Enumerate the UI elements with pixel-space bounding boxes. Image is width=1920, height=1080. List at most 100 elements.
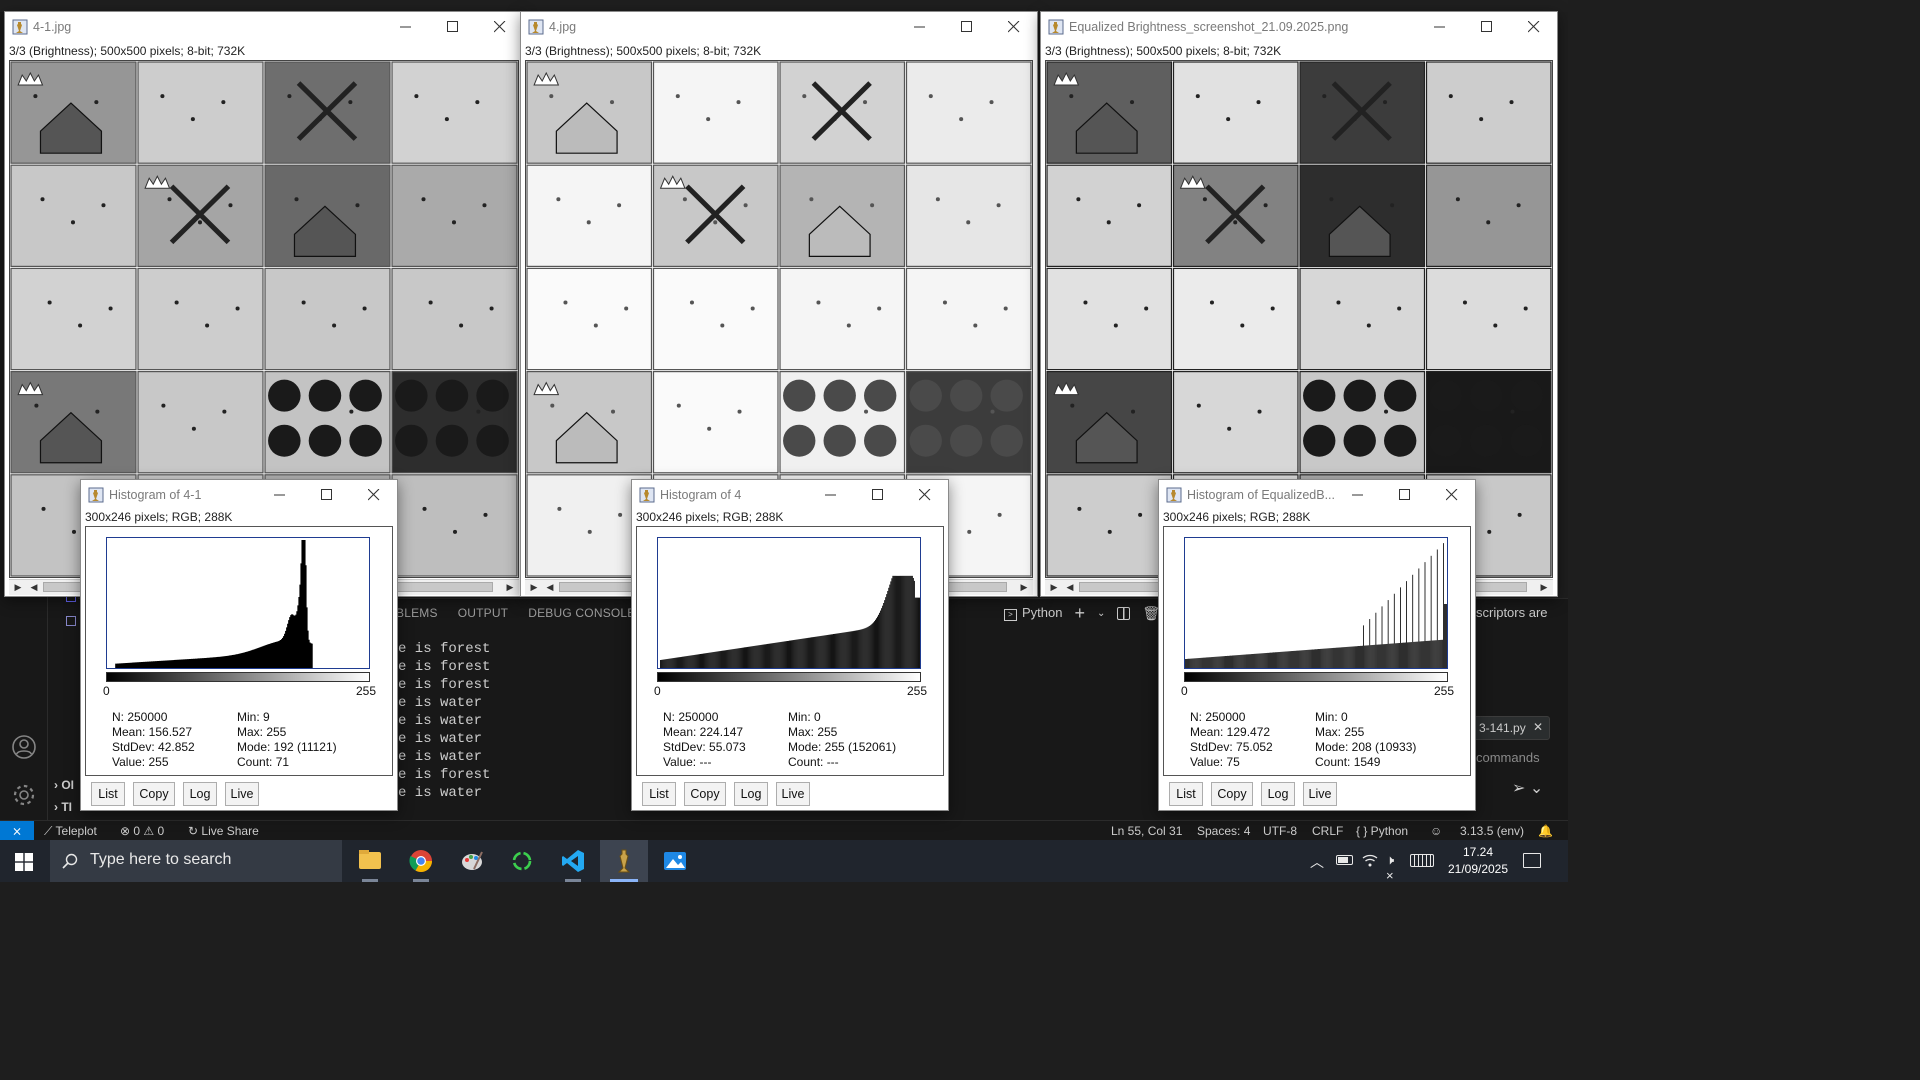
histogram-log-button[interactable]: Log (1261, 782, 1295, 806)
notifications-bell-icon[interactable]: 🔔 (1538, 823, 1553, 839)
play-icon[interactable]: ▶ (11, 580, 25, 595)
play-icon[interactable]: ▶ (1047, 580, 1061, 595)
image-info: 3/3 (Brightness); 500x500 pixels; 8-bit;… (1045, 44, 1282, 58)
close-button[interactable] (1511, 12, 1557, 42)
maximize-button[interactable] (304, 480, 350, 510)
copilot-icon[interactable]: ☺ (1430, 823, 1442, 839)
histogram-window[interactable]: Histogram of 4 300x246 pixels; RGB; 288K 0… (631, 479, 949, 811)
close-button[interactable] (1429, 480, 1475, 510)
system-clock[interactable]: 17.24 21/09/2025 (1440, 844, 1516, 878)
teleplot-status[interactable]: ⟋ Teleplot (44, 823, 97, 839)
window-titlebar[interactable]: 4-1.jpg (5, 12, 523, 42)
histogram-plot[interactable] (106, 537, 370, 669)
histogram-stat: Max: 255 (788, 725, 838, 739)
axis-min-label: 0 (1181, 684, 1188, 698)
window-titlebar[interactable]: Equalized Brightness_screenshot_21.09.20… (1041, 12, 1557, 42)
close-icon[interactable]: ✕ (1533, 720, 1543, 734)
histogram-copy-button[interactable]: Copy (133, 782, 175, 806)
python-interpreter[interactable]: 3.13.5 (env) (1460, 823, 1524, 839)
tab-debug-console[interactable]: DEBUG CONSOLE (528, 606, 635, 624)
chrome-taskbar-icon[interactable] (397, 840, 445, 882)
maximize-button[interactable] (855, 480, 901, 510)
live-share-status[interactable]: ↻ Live Share (188, 823, 259, 839)
tab-output[interactable]: OUTPUT (458, 606, 509, 624)
split-terminal-icon[interactable] (1117, 606, 1131, 620)
problems-status[interactable]: ⊗ 0 ⚠ 0 (120, 823, 164, 839)
file-explorer-taskbar-icon[interactable] (346, 840, 394, 882)
histogram-stat: StdDev: 42.852 (112, 740, 195, 754)
maximize-button[interactable] (944, 12, 990, 42)
terminal-profile[interactable]: > Python (1004, 605, 1062, 621)
minimize-button[interactable] (257, 480, 303, 510)
search-placeholder: Type here to search (90, 851, 232, 868)
imagej-taskbar-icon[interactable] (600, 840, 648, 882)
scroll-left-icon[interactable]: ◀ (27, 580, 41, 595)
histogram-live-button[interactable]: Live (225, 782, 259, 806)
crown-icon (659, 175, 686, 189)
maximize-button[interactable] (1464, 12, 1510, 42)
play-icon[interactable]: ▶ (527, 580, 541, 595)
histogram-window[interactable]: Histogram of 4-1 300x246 pixels; RGB; 288… (80, 479, 398, 811)
histogram-window[interactable]: Histogram of EqualizedB... 300x246 pixels… (1158, 479, 1476, 811)
cursor-position[interactable]: Ln 55, Col 31 (1111, 823, 1182, 839)
minimize-button[interactable] (808, 480, 854, 510)
tab-problems[interactable]: BLEMS (396, 606, 438, 624)
taskbar-search-box[interactable]: Type here to search (50, 840, 342, 882)
forest-blob (1384, 379, 1417, 412)
scroll-right-icon[interactable]: ▶ (503, 580, 517, 595)
maximize-button[interactable] (1382, 480, 1428, 510)
histogram-list-button[interactable]: List (642, 782, 676, 806)
photos-taskbar-icon[interactable] (651, 840, 699, 882)
scroll-left-icon[interactable]: ◀ (1063, 580, 1077, 595)
histogram-copy-button[interactable]: Copy (1211, 782, 1253, 806)
board-tile (391, 61, 518, 164)
scroll-left-icon[interactable]: ◀ (543, 580, 557, 595)
account-icon[interactable] (11, 734, 37, 760)
histogram-plot[interactable] (1184, 537, 1448, 669)
close-button[interactable] (902, 480, 948, 510)
histogram-copy-button[interactable]: Copy (684, 782, 726, 806)
add-terminal-icon[interactable]: + (1074, 603, 1085, 624)
paint-taskbar-icon[interactable] (448, 840, 496, 882)
close-button[interactable] (351, 480, 397, 510)
maximize-button[interactable] (430, 12, 476, 42)
scroll-right-icon[interactable]: ▶ (1017, 580, 1031, 595)
histogram-list-button[interactable]: List (1169, 782, 1203, 806)
chevron-down-icon[interactable]: ⌄ (1097, 608, 1105, 619)
timeline-section-label[interactable]: › TI (54, 800, 72, 814)
window-titlebar[interactable]: Histogram of 4-1 (81, 480, 397, 510)
encoding[interactable]: UTF-8 (1263, 823, 1297, 839)
settings-gear-icon[interactable] (11, 782, 37, 808)
remote-indicator-icon[interactable]: ⨯ (0, 821, 34, 841)
forest-blob (268, 424, 301, 457)
histogram-log-button[interactable]: Log (183, 782, 217, 806)
board-tile (391, 267, 518, 371)
minimize-button[interactable] (1335, 480, 1381, 510)
close-button[interactable] (477, 12, 523, 42)
histogram-list-button[interactable]: List (91, 782, 125, 806)
line-endings[interactable]: CRLF (1312, 823, 1343, 839)
send-icon[interactable]: ➢ ⌄ (1512, 778, 1543, 798)
histogram-plot[interactable] (657, 537, 921, 669)
indentation[interactable]: Spaces: 4 (1197, 823, 1250, 839)
window-titlebar[interactable]: 4.jpg (521, 12, 1037, 42)
histogram-live-button[interactable]: Live (1303, 782, 1337, 806)
sync-app-taskbar-icon[interactable] (498, 840, 546, 882)
histogram-stat: Count: --- (788, 755, 839, 769)
scroll-right-icon[interactable]: ▶ (1537, 580, 1551, 595)
outline-section-label[interactable]: › OI (54, 778, 74, 792)
maximize-icon (872, 489, 883, 500)
context-file-chip[interactable]: 3-141.py ✕ (1472, 716, 1550, 740)
window-titlebar[interactable]: Histogram of 4 (632, 480, 948, 510)
window-titlebar[interactable]: Histogram of EqualizedB... (1159, 480, 1475, 510)
minimize-button[interactable] (897, 12, 943, 42)
histogram-live-button[interactable]: Live (776, 782, 810, 806)
close-button[interactable] (991, 12, 1037, 42)
minimize-button[interactable] (1417, 12, 1463, 42)
language-mode[interactable]: { } Python (1356, 823, 1408, 839)
chat-input-hint[interactable]: commands (1476, 750, 1540, 765)
vscode-taskbar-icon[interactable] (549, 840, 597, 882)
histogram-log-button[interactable]: Log (734, 782, 768, 806)
minimize-button[interactable] (383, 12, 429, 42)
start-button[interactable] (0, 840, 48, 882)
